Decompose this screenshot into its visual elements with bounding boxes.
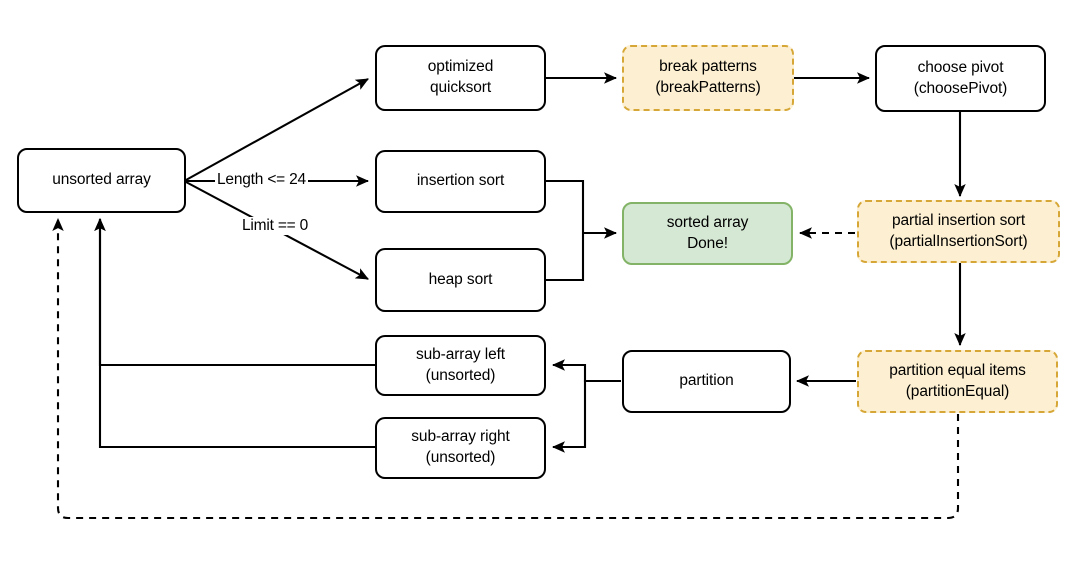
edge-label-limit-condition: Limit == 0: [240, 217, 311, 235]
node-choose-pivot-label-2: (choosePivot): [913, 79, 1008, 97]
node-partition[interactable]: partition: [622, 350, 791, 413]
node-optimized-quicksort-label-1: optimized: [427, 58, 494, 76]
node-heap-sort-label: heap sort: [428, 270, 493, 288]
node-sub-array-left-label-1: sub-array left: [415, 345, 506, 363]
node-partial-insertion-sort[interactable]: partial insertion sort (partialInsertion…: [857, 200, 1060, 263]
node-heap-sort[interactable]: heap sort: [375, 248, 546, 312]
node-sorted-array[interactable]: sorted array Done!: [622, 202, 793, 265]
edge-subleft-to-unsorted: [94, 217, 375, 367]
node-insertion-sort[interactable]: insertion sort: [375, 150, 546, 213]
edge-subright-to-unsorted: [94, 217, 375, 449]
node-sub-array-left-label-2: (unsorted): [425, 366, 496, 384]
node-sub-array-right-label-2: (unsorted): [425, 449, 496, 466]
edge-unsorted-to-quicksort: [185, 78, 369, 181]
node-partition-equal-items[interactable]: partition equal items (partitionEqual): [857, 350, 1058, 413]
node-partial-insertion-sort-label-2: (partialInsertionSort): [889, 232, 1028, 250]
flowchart-canvas: unsorted array optimized quicksort break…: [0, 0, 1080, 571]
edge-partition-to-subleft: [551, 359, 621, 383]
node-partition-equal-items-label-2: (partitionEqual): [905, 382, 1010, 400]
node-break-patterns-label-1: break patterns: [659, 58, 757, 76]
node-sorted-array-label-2: Done!: [687, 234, 728, 252]
node-break-patterns-label-2: (breakPatterns): [655, 79, 761, 96]
edge-insertion-merge: [546, 179, 585, 233]
edge-label-length-condition: Length <= 24: [215, 171, 308, 189]
node-partition-label: partition: [679, 372, 734, 390]
node-break-patterns[interactable]: break patterns (breakPatterns): [622, 45, 794, 111]
edge-partition-to-subright: [551, 379, 621, 453]
node-choose-pivot-label-1: choose pivot: [917, 58, 1004, 76]
node-choose-pivot[interactable]: choose pivot (choosePivot): [875, 45, 1046, 112]
node-sub-array-left[interactable]: sub-array left (unsorted): [375, 335, 546, 396]
node-unsorted-array[interactable]: unsorted array: [17, 148, 186, 213]
node-unsorted-array-label: unsorted array: [52, 171, 151, 189]
node-insertion-sort-label: insertion sort: [416, 172, 505, 190]
node-sub-array-right-label-1: sub-array right: [411, 428, 510, 446]
node-optimized-quicksort[interactable]: optimized quicksort: [375, 45, 546, 111]
node-sub-array-right[interactable]: sub-array right (unsorted): [375, 417, 546, 479]
node-partition-equal-items-label-1: partition equal items: [889, 361, 1026, 379]
node-partial-insertion-sort-label-1: partial insertion sort: [891, 211, 1026, 229]
node-sorted-array-label-1: sorted array: [666, 213, 749, 231]
edge-heap-merge: [546, 233, 585, 282]
node-optimized-quicksort-label-2: quicksort: [429, 79, 492, 96]
